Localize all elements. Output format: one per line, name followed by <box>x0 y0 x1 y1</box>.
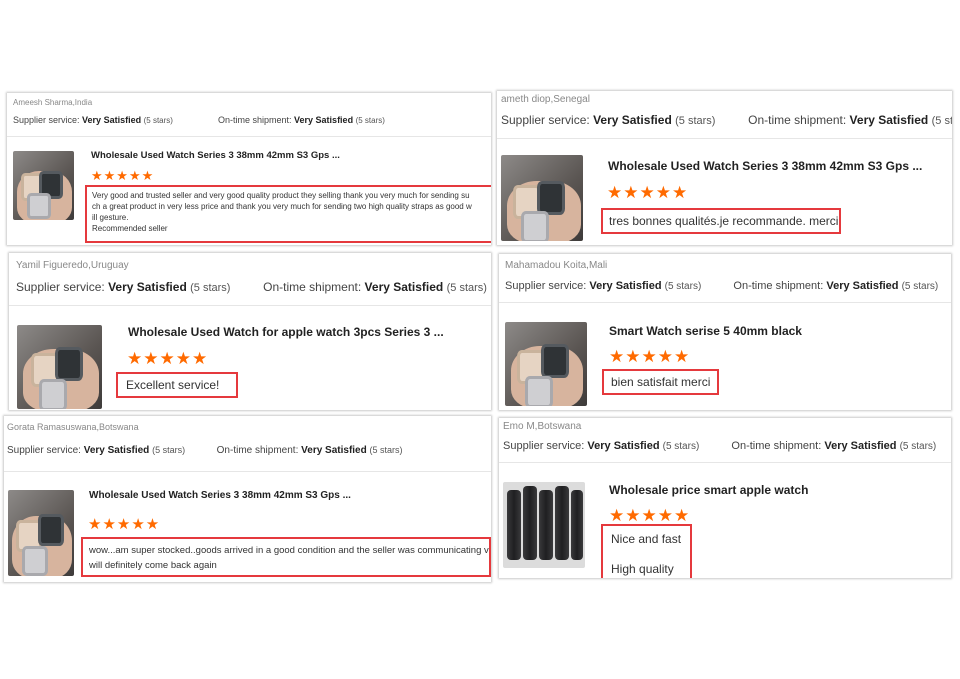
shipment-value: Very Satisfied <box>301 445 367 456</box>
review-line: Excellent service! <box>126 378 220 392</box>
reviewer-name: Gorata Ramasuswana,Botswana <box>7 422 139 432</box>
shipment-stars-note: (5 stars) <box>901 281 939 292</box>
supplier-service-value: Very Satisfied <box>593 113 672 127</box>
product-title[interactable]: Wholesale price smart apple watch <box>609 483 808 497</box>
review-text-box: Nice and fast High quality <box>601 524 692 578</box>
shipment-label: On-time shipment: <box>216 445 299 456</box>
supplier-service-label: Supplier service: <box>16 280 105 294</box>
reviewer-name: Ameesh Sharma,India <box>13 98 93 107</box>
product-title[interactable]: Wholesale Used Watch Series 3 38mm 42mm … <box>608 159 922 173</box>
shipment-label: On-time shipment: <box>217 115 292 125</box>
product-thumbnail[interactable] <box>501 155 583 241</box>
shipment-stars-note: (5 stars) <box>446 282 487 294</box>
shipment-value: Very Satisfied <box>364 280 444 294</box>
review-line: wow...am super stocked..goods arrived in… <box>89 545 491 556</box>
divider <box>497 138 952 139</box>
service-ratings: Supplier service: Very Satisfied (5 star… <box>501 113 952 127</box>
supplier-service-value: Very Satisfied <box>108 280 187 294</box>
product-thumbnail[interactable] <box>8 490 74 576</box>
star-rating: ★★★★★ <box>88 516 161 533</box>
review-card: Gorata Ramasuswana,Botswana Supplier ser… <box>4 416 491 582</box>
review-line: tres bonnes qualités.je recommande. merc… <box>609 214 839 228</box>
product-title[interactable]: Wholesale Used Watch for apple watch 3pc… <box>128 325 444 339</box>
review-text-box: Very good and trusted seller and very go… <box>85 185 491 243</box>
star-rating: ★★★★★ <box>127 349 209 368</box>
review-line: Very good and trusted seller and very go… <box>92 191 470 200</box>
product-title[interactable]: Smart Watch serise 5 40mm black <box>609 324 802 338</box>
shipment-label: On-time shipment: <box>733 280 824 292</box>
review-line: ch a great product in very less price an… <box>92 202 472 211</box>
shipment-value: Very Satisfied <box>824 440 897 452</box>
supplier-service-value: Very Satisfied <box>82 115 142 125</box>
review-line: High quality <box>611 562 674 576</box>
shipment-value: Very Satisfied <box>294 115 354 125</box>
review-line: ill gesture. <box>92 213 129 222</box>
supplier-service-label: Supplier service: <box>505 280 587 292</box>
review-text-box: Excellent service! <box>116 372 238 398</box>
review-card: Emo M,Botswana Supplier service: Very Sa… <box>499 418 951 578</box>
supplier-stars-note: (5 stars) <box>152 445 186 455</box>
shipment-label: On-time shipment: <box>263 280 362 294</box>
star-rating: ★★★★★ <box>609 347 691 366</box>
supplier-service-label: Supplier service: <box>7 445 81 456</box>
supplier-stars-note: (5 stars) <box>675 115 716 127</box>
supplier-stars-note: (5 stars) <box>662 441 700 452</box>
divider <box>7 136 491 137</box>
divider <box>499 462 951 463</box>
star-rating: ★★★★★ <box>607 183 689 202</box>
review-text-box: wow...am super stocked..goods arrived in… <box>81 537 491 577</box>
review-line: bien satisfait merci <box>611 375 711 389</box>
product-title[interactable]: Wholesale Used Watch Series 3 38mm 42mm … <box>91 150 340 161</box>
supplier-stars-note: (5 stars) <box>190 282 231 294</box>
service-ratings: Supplier service: Very Satisfied (5 star… <box>7 445 403 456</box>
product-title[interactable]: Wholesale Used Watch Series 3 38mm 42mm … <box>89 490 351 501</box>
shipment-label: On-time shipment: <box>731 440 822 452</box>
review-line: Nice and fast <box>611 532 682 546</box>
divider <box>499 302 951 303</box>
shipment-stars-note: (5 stars) <box>899 441 937 452</box>
shipment-label: On-time shipment: <box>748 113 847 127</box>
supplier-service-value: Very Satisfied <box>587 440 660 452</box>
reviewer-name: Mahamadou Koita,Mali <box>505 260 608 271</box>
service-ratings: Supplier service: Very Satisfied (5 star… <box>505 280 938 292</box>
service-ratings: Supplier service: Very Satisfied (5 star… <box>16 280 487 294</box>
supplier-service-value: Very Satisfied <box>589 280 662 292</box>
shipment-stars-note: (5 stars) <box>355 116 385 125</box>
divider <box>4 471 491 472</box>
supplier-service-label: Supplier service: <box>503 440 585 452</box>
review-card: ameth diop,Senegal Supplier service: Ver… <box>497 91 952 245</box>
divider <box>9 305 491 306</box>
service-ratings: Supplier service: Very Satisfied (5 star… <box>13 115 385 125</box>
reviewer-name: ameth diop,Senegal <box>501 94 590 105</box>
supplier-service-value: Very Satisfied <box>83 445 150 456</box>
star-rating: ★★★★★ <box>609 506 691 525</box>
product-thumbnail[interactable] <box>17 325 102 409</box>
reviewer-name: Yamil Figueredo,Uruguay <box>16 260 129 271</box>
product-thumbnail[interactable] <box>503 482 585 568</box>
review-card: Ameesh Sharma,India Supplier service: Ve… <box>7 93 491 245</box>
service-ratings: Supplier service: Very Satisfied (5 star… <box>503 440 936 452</box>
shipment-stars-note: (5 stars) <box>931 115 952 127</box>
shipment-value: Very Satisfied <box>849 113 929 127</box>
review-line: will definitely come back again <box>89 560 217 571</box>
shipment-value: Very Satisfied <box>826 280 899 292</box>
star-rating: ★★★★★ <box>91 168 155 183</box>
review-card: Yamil Figueredo,Uruguay Supplier service… <box>9 253 491 410</box>
product-thumbnail[interactable] <box>505 322 587 406</box>
review-card: Mahamadou Koita,Mali Supplier service: V… <box>499 254 951 410</box>
shipment-stars-note: (5 stars) <box>369 445 403 455</box>
review-line: Recommended seller <box>92 224 168 233</box>
review-text-box: bien satisfait merci <box>602 369 719 395</box>
product-thumbnail[interactable] <box>13 151 74 220</box>
supplier-service-label: Supplier service: <box>501 113 590 127</box>
review-text-box: tres bonnes qualités.je recommande. merc… <box>601 208 841 234</box>
supplier-stars-note: (5 stars) <box>143 116 173 125</box>
supplier-stars-note: (5 stars) <box>664 281 702 292</box>
supplier-service-label: Supplier service: <box>13 115 80 125</box>
reviewer-name: Emo M,Botswana <box>503 421 582 432</box>
